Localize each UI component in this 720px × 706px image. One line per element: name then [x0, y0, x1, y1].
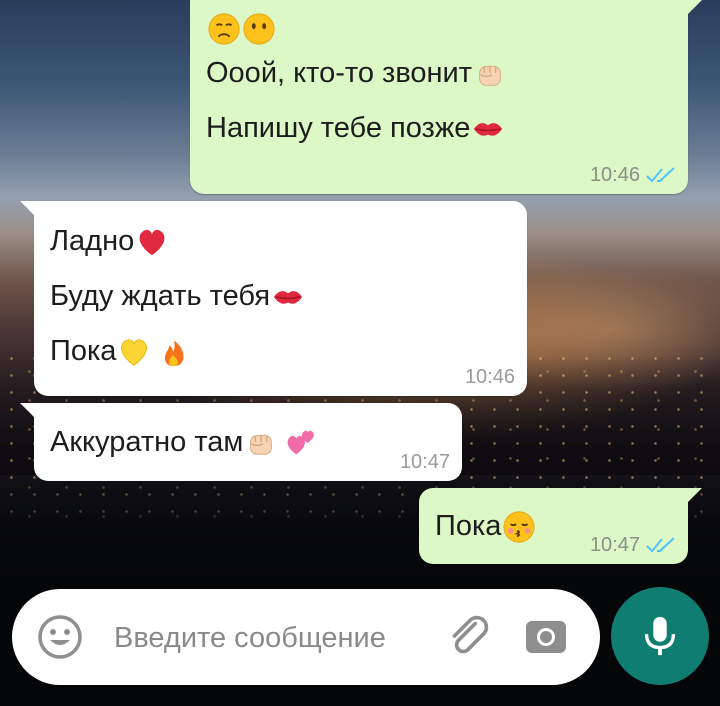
raised-fist-emoji: [250, 434, 273, 455]
paperclip-icon[interactable]: [444, 611, 494, 661]
message-text: Напишу тебе позже: [206, 112, 471, 144]
message-time: 10:47: [589, 534, 640, 556]
two-hearts-emoji: [287, 430, 315, 454]
face-without-mouth-emoji: [243, 13, 275, 45]
read-ticks-icon: [646, 167, 675, 183]
message-meta: 10:46: [590, 164, 676, 186]
message-line: Ооой, кто-то звонит: [206, 46, 688, 101]
message-line: Буду ждать тебя: [50, 269, 527, 324]
message-text: Ооой, кто-то звонит: [206, 57, 473, 89]
kissing-face-closed-eyes-emoji: [503, 510, 536, 543]
message-input[interactable]: [112, 611, 456, 665]
yellow-heart-emoji: [121, 338, 148, 366]
message-bubble-incoming[interactable]: Ладно Буду ждать тебя Пока 10:46: [20, 201, 527, 396]
message-line: Ладно: [50, 214, 527, 269]
message-meta: 10:46: [465, 366, 515, 388]
message-text: Ладно: [50, 225, 135, 257]
message-time: 10:46: [464, 366, 515, 388]
camera-icon[interactable]: [522, 613, 570, 661]
read-ticks-icon: [646, 537, 675, 553]
message-line: Пока: [50, 324, 527, 379]
message-meta: 10:47: [590, 534, 676, 556]
raised-fist-emoji: [479, 65, 501, 86]
message-line: [206, 12, 688, 46]
message-line: Напишу тебе позже: [206, 101, 688, 156]
voice-message-button[interactable]: [611, 587, 709, 685]
message-text: Пока: [50, 335, 117, 367]
message-composer: [12, 589, 600, 685]
microphone-icon: [644, 616, 676, 656]
message-bubble-incoming[interactable]: Аккуратно там 10:47: [20, 403, 462, 481]
disappointed-face-emoji: [208, 13, 240, 45]
message-time: 10:47: [399, 451, 450, 473]
message-bubble-outgoing[interactable]: Пока 10:47: [419, 488, 702, 564]
message-text: Аккуратно там: [50, 426, 244, 458]
message-text: Пока: [435, 510, 502, 542]
message-text: Буду ждать тебя: [50, 280, 271, 312]
kiss-mark-emoji: [273, 290, 303, 304]
kiss-mark-emoji: [474, 122, 503, 136]
message-meta: 10:47: [400, 451, 450, 473]
red-heart-emoji: [139, 229, 165, 255]
message-bubble-outgoing[interactable]: Ооой, кто-то звонит Напишу тебе позже 10…: [190, 0, 702, 194]
message-time: 10:46: [589, 164, 640, 186]
emoji-face-icon[interactable]: [36, 613, 84, 661]
fire-emoji: [165, 340, 184, 366]
